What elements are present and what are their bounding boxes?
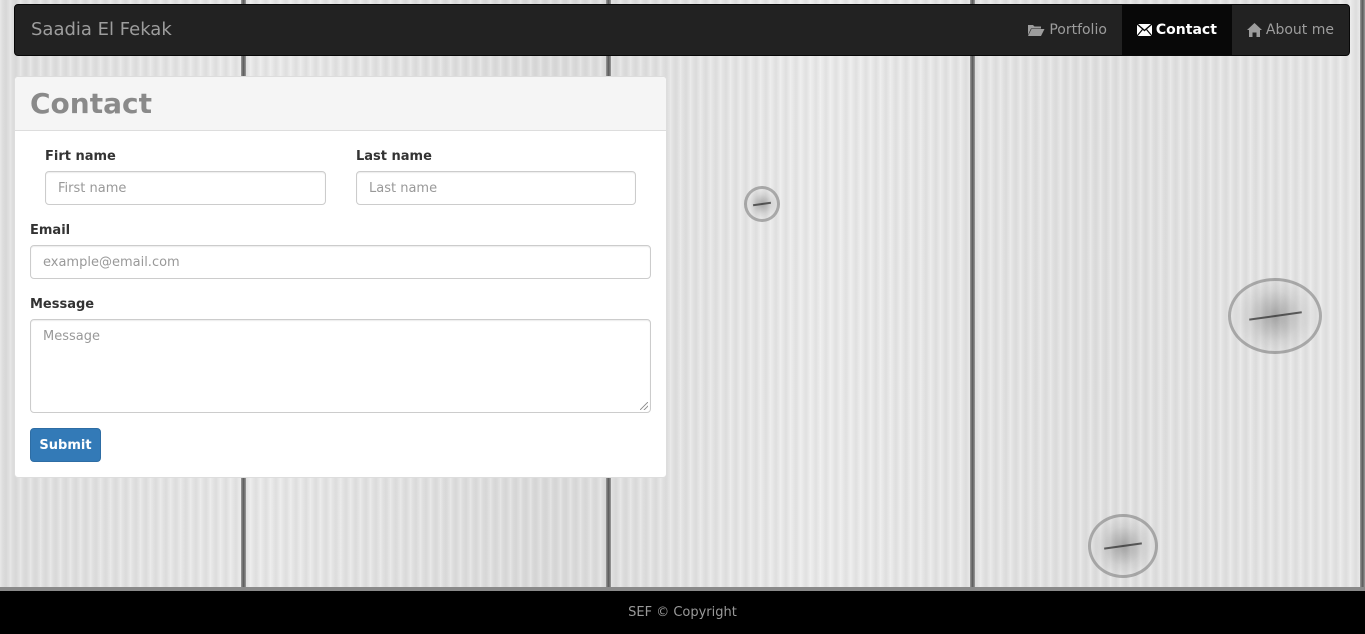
brand-link[interactable]: Saadia El Fekak: [31, 19, 172, 40]
panel-heading: Contact: [15, 77, 666, 131]
page-title: Contact: [30, 87, 152, 120]
email-label: Email: [30, 223, 71, 238]
nav-item-label: Portfolio: [1049, 22, 1107, 38]
wood-knot: [1228, 278, 1322, 354]
nav-item-label: About me: [1265, 22, 1334, 38]
nav-item-label: Contact: [1155, 22, 1217, 38]
navbar: Saadia El Fekak Portfolio Contact About …: [14, 4, 1350, 56]
message-textarea[interactable]: Message: [30, 319, 651, 413]
message-placeholder: Message: [43, 329, 100, 344]
folder-open-icon: [1027, 23, 1045, 37]
nav-item-contact[interactable]: Contact: [1121, 5, 1232, 55]
resize-handle[interactable]: [640, 402, 648, 410]
nav-item-portfolio[interactable]: Portfolio: [1012, 5, 1122, 55]
email-input[interactable]: example@email.com: [30, 245, 651, 279]
contact-panel: Contact Firt name First name Last name L…: [14, 76, 667, 478]
footer: SEF © Copyright: [0, 591, 1365, 634]
plank-divider: [1360, 0, 1365, 590]
home-icon: [1246, 23, 1262, 37]
submit-button[interactable]: Submit: [30, 428, 101, 462]
last-name-input[interactable]: Last name: [356, 171, 636, 205]
first-name-label: Firt name: [45, 149, 116, 164]
wood-knot: [1088, 514, 1158, 578]
nav-menu: Portfolio Contact About me: [1012, 5, 1349, 55]
wood-knot: [744, 186, 780, 222]
plank-divider: [970, 0, 975, 590]
nav-item-about[interactable]: About me: [1232, 5, 1349, 55]
envelope-icon: [1136, 24, 1152, 36]
first-name-input[interactable]: First name: [45, 171, 326, 205]
message-label: Message: [30, 297, 95, 312]
footer-copyright: SEF © Copyright: [628, 605, 737, 620]
last-name-label: Last name: [356, 149, 432, 164]
